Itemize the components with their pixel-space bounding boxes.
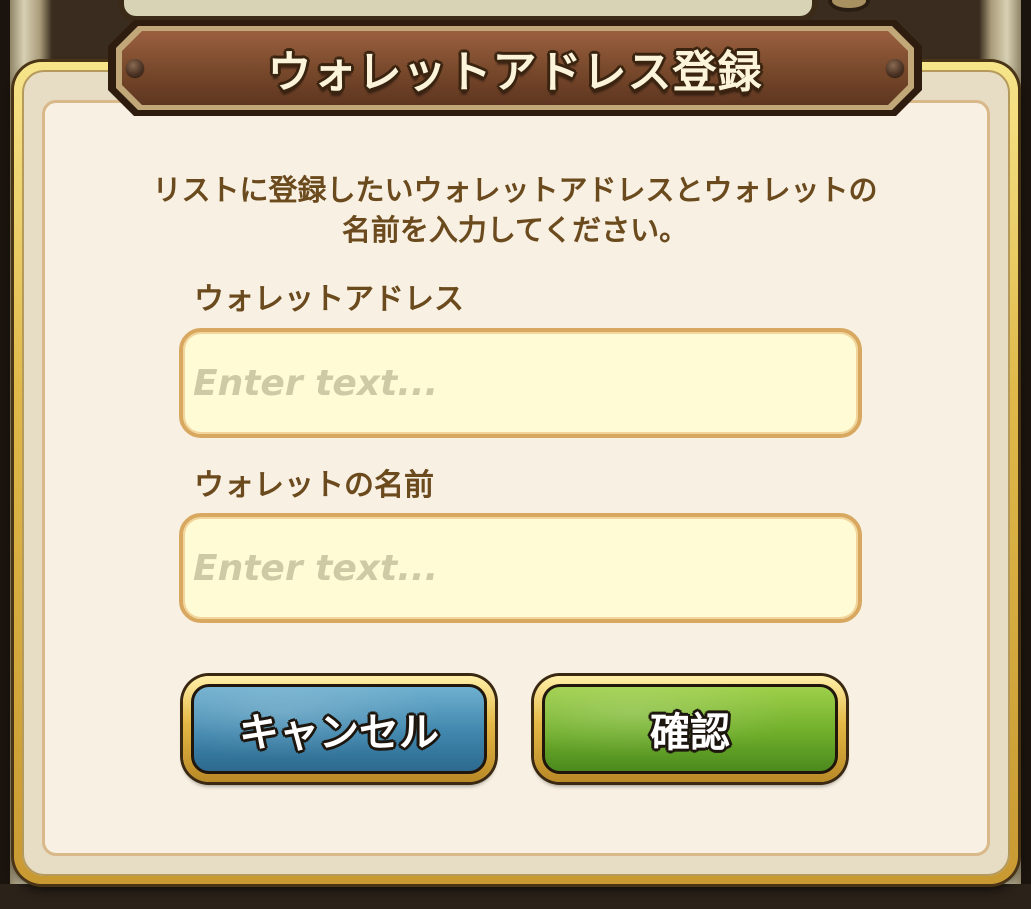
wallet-address-label: ウォレットアドレス xyxy=(194,282,464,317)
wallet-address-field[interactable] xyxy=(179,328,862,438)
confirm-button-label: 確認 xyxy=(542,684,838,774)
wallet-name-input[interactable] xyxy=(193,517,843,619)
confirm-button[interactable]: 確認 xyxy=(534,676,846,782)
wallet-name-field[interactable] xyxy=(179,513,862,623)
title-banner: ウォレットアドレス登録 xyxy=(104,16,926,120)
cancel-button-label: キャンセル xyxy=(191,684,487,774)
wallet-address-input[interactable] xyxy=(193,332,843,434)
instructions-line-2: 名前を入力してください。 xyxy=(341,213,689,247)
instructions-text: リストに登録したいウォレットアドレスとウォレットの 名前を入力してください。 xyxy=(70,170,960,250)
background-bottom-strip xyxy=(0,884,1031,909)
dialog-title: ウォレットアドレス登録 xyxy=(267,47,763,98)
wallet-name-label: ウォレットの名前 xyxy=(194,468,434,503)
cancel-button[interactable]: キャンセル xyxy=(183,676,495,782)
instructions-line-1: リストに登録したいウォレットアドレスとウォレットの xyxy=(152,173,878,207)
